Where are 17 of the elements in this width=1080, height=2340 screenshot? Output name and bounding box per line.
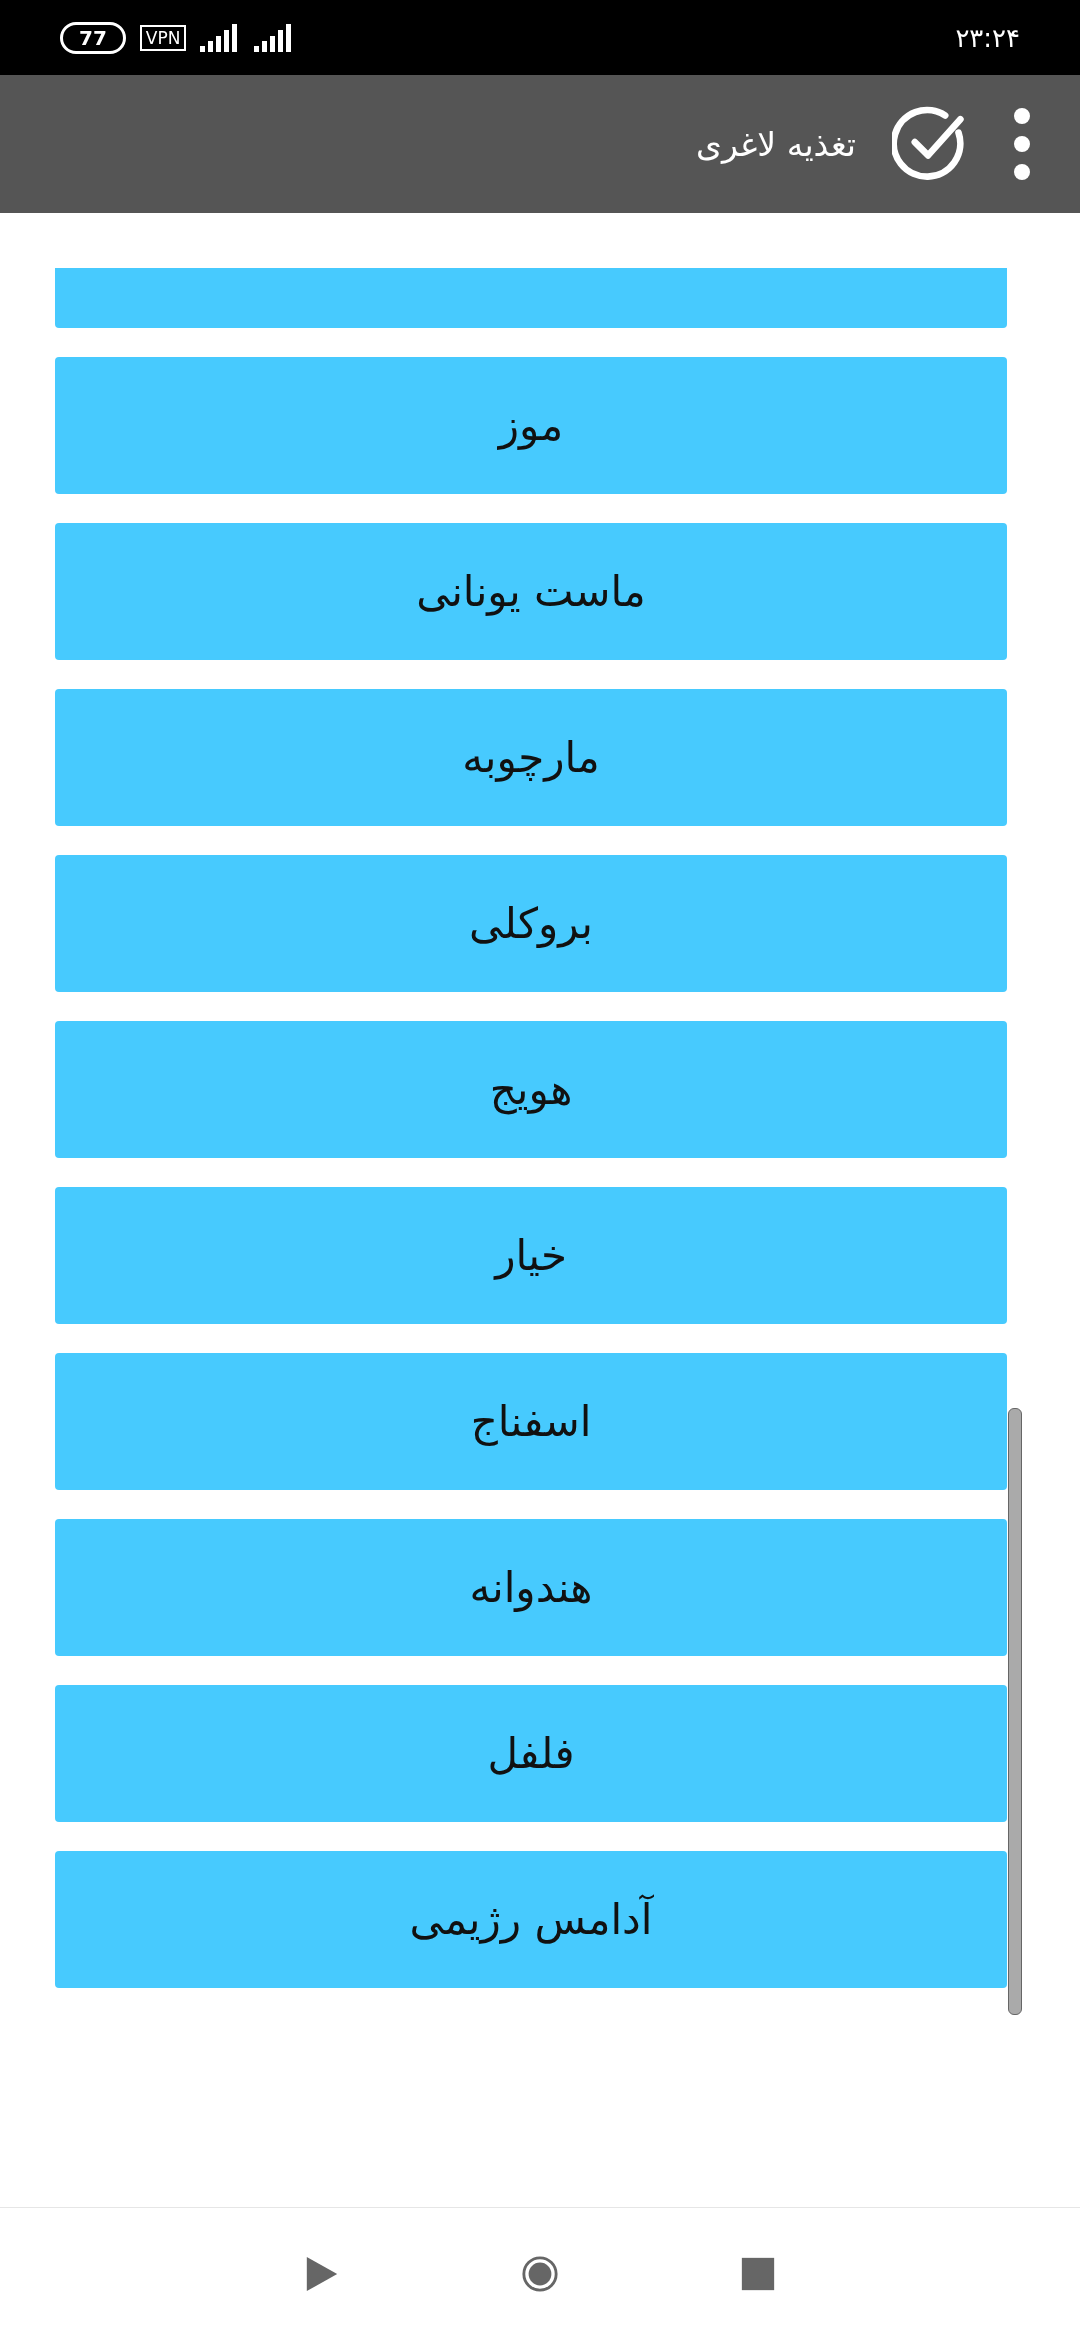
square-icon[interactable] [739, 2255, 777, 2293]
list-item[interactable]: ماست یونانی [55, 523, 1007, 660]
list-item[interactable]: خیار [55, 1187, 1007, 1324]
app-title: تغذیه لاغری [696, 124, 856, 164]
list-item[interactable]: اسفناج [55, 1353, 1007, 1490]
list-item[interactable]: بروکلی [55, 855, 1007, 992]
list-item[interactable]: موز [55, 357, 1007, 494]
list-item[interactable]: مارچوبه [55, 689, 1007, 826]
list-item[interactable]: هندوانه [55, 1519, 1007, 1656]
vpn-indicator: VPN [139, 24, 187, 51]
battery-level: 77 [60, 21, 126, 54]
list-item[interactable]: فلفل [55, 1685, 1007, 1822]
list-item[interactable]: هویج [55, 1021, 1007, 1158]
home-circle-icon[interactable] [521, 2255, 559, 2293]
scrollbar[interactable] [1008, 1408, 1022, 2015]
clock: ۲۳:۲۴ [955, 22, 1020, 53]
list-item[interactable]: آدامس رژیمی [55, 1851, 1007, 1988]
